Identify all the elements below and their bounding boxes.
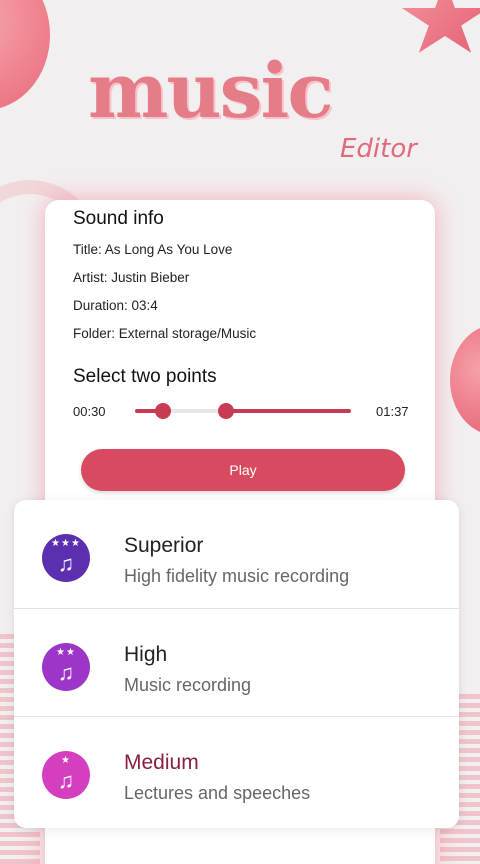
option-title: High [124, 643, 168, 666]
quality-option-medium[interactable]: ★ ♫ Medium Lectures and speeches [14, 716, 459, 823]
app-logo: music Editor [0, 30, 480, 180]
track-title: Title: As Long As You Love [73, 242, 233, 257]
sound-info-heading: Sound info [73, 208, 164, 229]
note-glyph: ♫ [57, 660, 75, 685]
option-title: Medium [124, 751, 199, 774]
option-subtitle: High fidelity music recording [124, 566, 350, 586]
quality-option-superior[interactable]: ★★★ ♫ Superior High fidelity music recor… [14, 500, 459, 607]
music-note-icon: ★★ ♫ [42, 643, 90, 691]
note-glyph: ♫ [57, 768, 75, 793]
select-points-heading: Select two points [73, 366, 217, 387]
stars-icon: ★★★ [51, 538, 81, 549]
track-duration: Duration: 03:4 [73, 298, 158, 313]
range-slider[interactable] [135, 403, 351, 419]
note-glyph: ♫ [57, 551, 75, 576]
start-time: 00:30 [73, 404, 106, 419]
music-note-icon: ★★★ ♫ [42, 534, 90, 582]
end-point-handle[interactable] [217, 403, 234, 419]
track-folder: Folder: External storage/Music [73, 326, 257, 341]
stars-icon: ★ [61, 755, 71, 766]
play-button[interactable]: Play [81, 449, 405, 491]
music-note-icon: ★ ♫ [42, 751, 90, 799]
option-subtitle: Lectures and speeches [124, 783, 311, 803]
decorative-blob [450, 325, 480, 435]
quality-options-list: ★★★ ♫ Superior High fidelity music recor… [14, 500, 459, 828]
slider-fill-right [225, 409, 351, 413]
logo-word: music [88, 46, 334, 135]
option-title: Superior [124, 534, 204, 557]
logo-subtitle: Editor [340, 134, 417, 164]
track-artist: Artist: Justin Bieber [73, 270, 190, 285]
quality-option-high[interactable]: ★★ ♫ High Music recording [14, 608, 459, 715]
stars-icon: ★★ [56, 647, 76, 658]
option-subtitle: Music recording [124, 675, 252, 695]
end-time: 01:37 [376, 404, 409, 419]
start-point-handle[interactable] [155, 403, 172, 419]
